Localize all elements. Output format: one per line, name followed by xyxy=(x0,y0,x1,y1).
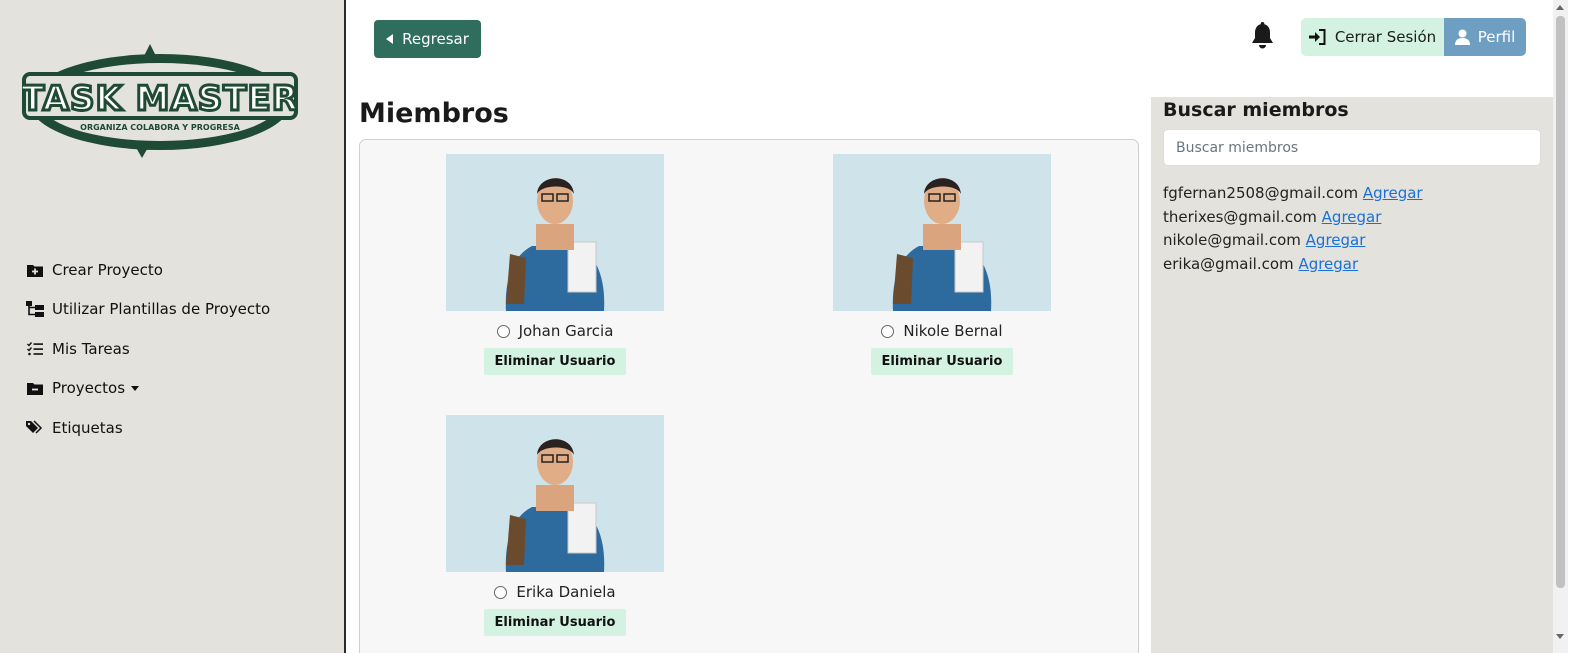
logout-button-label: Cerrar Sesión xyxy=(1334,28,1437,46)
member-select-radio[interactable] xyxy=(881,324,895,338)
logout-button[interactable]: Cerrar Sesión xyxy=(1301,18,1444,56)
result-email: erika@gmail.com xyxy=(1163,255,1294,274)
member-name: Erika Daniela xyxy=(516,583,616,601)
page-scrollbar[interactable] xyxy=(1553,0,1568,653)
member-photo xyxy=(833,154,1051,311)
sidebar-item-label: Crear Proyecto xyxy=(52,260,163,279)
list-item: nikole@gmail.com Agregar xyxy=(1163,231,1423,255)
sidebar-item-label: Utilizar Plantillas de Proyecto xyxy=(52,300,271,319)
sidebar-item-label: Etiquetas xyxy=(52,418,123,437)
add-member-link[interactable]: Agregar xyxy=(1298,255,1358,273)
logo-tagline: ORGANIZA COLABORA Y PROGRESA xyxy=(80,123,241,132)
person-avatar-icon xyxy=(446,415,664,572)
task-master-logo[interactable]: TASK MASTER ORGANIZA COLABORA Y PROGRESA xyxy=(20,42,299,160)
search-results: fgfernan2508@gmail.com Agregar therixes@… xyxy=(1163,184,1423,279)
result-email: nikole@gmail.com xyxy=(1163,231,1301,250)
members-panel: Johan Garcia Eliminar Usuario Nikole Ber… xyxy=(359,139,1139,653)
back-button[interactable]: Regresar xyxy=(374,20,481,58)
chevron-down-icon xyxy=(131,385,140,391)
scroll-up-arrow-icon[interactable] xyxy=(1556,5,1564,10)
folder-plus-icon xyxy=(26,262,44,278)
sidebar-item-mis-tareas[interactable]: Mis Tareas xyxy=(26,329,270,369)
remove-user-button[interactable]: Eliminar Usuario xyxy=(483,348,627,375)
tags-icon xyxy=(26,420,44,436)
back-button-label: Regresar xyxy=(402,30,469,48)
member-name: Nikole Bernal xyxy=(903,322,1003,340)
remove-user-button[interactable]: Eliminar Usuario xyxy=(870,348,1014,375)
sidebar-item-proyectos[interactable]: Proyectos xyxy=(26,369,270,409)
page-title: Miembros xyxy=(359,98,509,129)
logo-title: TASK MASTER xyxy=(22,79,298,119)
template-tree-icon xyxy=(26,301,44,318)
remove-user-button[interactable]: Eliminar Usuario xyxy=(483,609,627,636)
member-card: Nikole Bernal Eliminar Usuario xyxy=(833,154,1051,375)
member-photo xyxy=(446,415,664,572)
search-members-panel: Buscar miembros fgfernan2508@gmail.com A… xyxy=(1151,97,1553,653)
list-item: fgfernan2508@gmail.com Agregar xyxy=(1163,184,1423,208)
sign-in-icon xyxy=(1308,29,1326,45)
member-name-row: Nikole Bernal xyxy=(833,320,1051,342)
bell-icon[interactable] xyxy=(1250,22,1275,50)
person-avatar-icon xyxy=(446,154,664,311)
profile-button[interactable]: Perfil xyxy=(1444,18,1526,56)
folder-minus-icon xyxy=(26,380,44,396)
sidebar: TASK MASTER ORGANIZA COLABORA Y PROGRESA… xyxy=(0,0,346,653)
search-input[interactable] xyxy=(1163,129,1541,166)
person-avatar-icon xyxy=(833,154,1051,311)
result-email: therixes@gmail.com xyxy=(1163,207,1317,226)
add-member-link[interactable]: Agregar xyxy=(1363,184,1423,202)
member-name-row: Erika Daniela xyxy=(446,581,664,603)
sidebar-item-label: Proyectos xyxy=(52,379,126,398)
list-item: therixes@gmail.com Agregar xyxy=(1163,208,1423,232)
member-name: Johan Garcia xyxy=(518,322,614,340)
sidebar-nav: Crear Proyecto Utilizar Plantillas de Pr… xyxy=(26,250,270,448)
sidebar-item-label: Mis Tareas xyxy=(52,339,130,358)
task-list-icon xyxy=(26,341,44,357)
sidebar-item-crear-proyecto[interactable]: Crear Proyecto xyxy=(26,250,270,290)
logo-emblem-icon: TASK MASTER ORGANIZA COLABORA Y PROGRESA xyxy=(20,44,299,158)
user-icon xyxy=(1454,29,1470,45)
member-select-radio[interactable] xyxy=(494,585,508,599)
search-panel-title: Buscar miembros xyxy=(1163,99,1349,121)
sidebar-item-plantillas[interactable]: Utilizar Plantillas de Proyecto xyxy=(26,290,270,330)
profile-button-label: Perfil xyxy=(1477,28,1516,46)
member-card: Johan Garcia Eliminar Usuario xyxy=(446,154,664,375)
add-member-link[interactable]: Agregar xyxy=(1322,208,1382,226)
list-item: erika@gmail.com Agregar xyxy=(1163,255,1423,279)
add-member-link[interactable]: Agregar xyxy=(1306,231,1366,249)
member-select-radio[interactable] xyxy=(496,324,510,338)
member-card: Erika Daniela Eliminar Usuario xyxy=(446,415,664,636)
member-name-row: Johan Garcia xyxy=(446,320,664,342)
caret-left-icon xyxy=(386,34,394,44)
sidebar-item-etiquetas[interactable]: Etiquetas xyxy=(26,408,270,448)
result-email: fgfernan2508@gmail.com xyxy=(1163,184,1359,202)
scroll-down-arrow-icon[interactable] xyxy=(1556,634,1564,639)
member-photo xyxy=(446,154,664,311)
scrollbar-thumb[interactable] xyxy=(1556,16,1565,588)
